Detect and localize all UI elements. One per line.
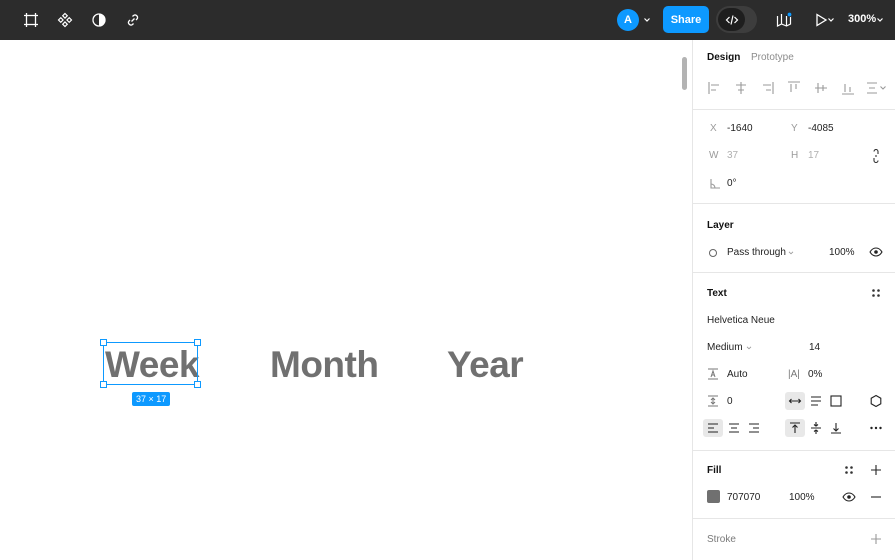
resize-handle[interactable] [194, 381, 201, 388]
eye-icon[interactable] [869, 245, 883, 259]
divider [693, 109, 895, 110]
divider [693, 272, 895, 273]
text-align-left-icon[interactable] [703, 419, 723, 437]
share-button[interactable]: Share [663, 6, 709, 33]
chevron-down-icon[interactable] [874, 8, 886, 32]
y-input[interactable]: -4085 [808, 123, 834, 134]
frame-tool-icon[interactable] [19, 8, 43, 32]
canvas-text-month[interactable]: Month [270, 344, 379, 386]
toolbar: A Share 300% [0, 0, 895, 40]
code-icon [718, 8, 745, 31]
fill-color-swatch[interactable] [707, 490, 720, 503]
vertical-scrollbar[interactable] [682, 57, 687, 90]
canvas-text-year[interactable]: Year [447, 344, 524, 386]
auto-width-icon[interactable] [785, 392, 805, 410]
fill-styles-icon[interactable] [842, 463, 856, 477]
eye-icon[interactable] [842, 490, 856, 504]
selection-box [103, 342, 198, 385]
zoom-level[interactable]: 300% [848, 13, 876, 25]
tab-prototype[interactable]: Prototype [751, 52, 794, 63]
chevron-down-icon[interactable] [745, 341, 753, 355]
auto-height-icon[interactable] [809, 394, 823, 408]
width-input[interactable]: 37 [727, 150, 738, 161]
font-size-input[interactable]: 14 [809, 342, 820, 353]
stroke-section-title: Stroke [707, 534, 736, 545]
line-height-icon [706, 367, 720, 381]
rotation-input[interactable]: 0° [727, 178, 737, 189]
dev-mode-toggle[interactable] [716, 6, 757, 33]
fill-hex-input[interactable]: 707070 [727, 492, 760, 503]
w-label: W [709, 150, 719, 161]
resize-handle[interactable] [194, 339, 201, 346]
divider [693, 518, 895, 519]
paragraph-spacing-icon [706, 394, 720, 408]
y-label: Y [791, 123, 798, 134]
fill-opacity-input[interactable]: 100% [789, 492, 815, 503]
text-options-icon[interactable] [869, 394, 883, 408]
font-family-select[interactable]: Helvetica Neue [707, 315, 775, 326]
tab-design[interactable]: Design [707, 52, 740, 63]
properties-panel: Design Prototype X -1640 Y -4085 W 37 H … [692, 40, 895, 560]
more-options-icon[interactable] [869, 421, 883, 435]
fixed-size-icon[interactable] [829, 394, 843, 408]
divider [693, 450, 895, 451]
text-section-title: Text [707, 288, 727, 299]
blend-mode-select[interactable]: Pass through [727, 247, 786, 258]
component-icon[interactable] [53, 8, 77, 32]
text-styles-icon[interactable] [869, 286, 883, 300]
chevron-down-icon[interactable] [878, 80, 888, 96]
vertical-align-bottom-icon[interactable] [829, 421, 843, 435]
align-horizontal-center-icon[interactable] [733, 80, 749, 96]
align-right-icon[interactable] [759, 80, 775, 96]
align-left-icon[interactable] [707, 80, 723, 96]
library-icon[interactable] [772, 8, 796, 32]
blend-mode-icon [706, 246, 720, 260]
divider [693, 203, 895, 204]
fill-section-title: Fill [707, 465, 722, 476]
paragraph-spacing-input[interactable]: 0 [727, 396, 733, 407]
letter-spacing-input[interactable]: 0% [808, 369, 822, 380]
x-input[interactable]: -1640 [727, 123, 753, 134]
height-input[interactable]: 17 [808, 150, 819, 161]
constrain-proportions-icon[interactable] [869, 149, 883, 163]
add-stroke-icon[interactable] [869, 532, 883, 546]
vertical-align-middle-icon[interactable] [809, 421, 823, 435]
text-align-center-icon[interactable] [727, 421, 741, 435]
font-weight-select[interactable]: Medium [707, 342, 743, 353]
remove-fill-icon[interactable] [869, 490, 883, 504]
dimension-badge: 37 × 17 [132, 392, 171, 406]
align-vertical-center-icon[interactable] [813, 80, 829, 96]
resize-handle[interactable] [100, 339, 107, 346]
align-top-icon[interactable] [786, 80, 802, 96]
layer-section-title: Layer [707, 220, 734, 231]
text-align-right-icon[interactable] [747, 421, 761, 435]
add-fill-icon[interactable] [869, 463, 883, 477]
resize-handle[interactable] [100, 381, 107, 388]
h-label: H [791, 150, 799, 161]
line-height-input[interactable]: Auto [727, 369, 748, 380]
letter-spacing-icon: |A| [788, 369, 800, 380]
chevron-down-icon[interactable] [787, 246, 795, 260]
user-avatar[interactable]: A [617, 9, 639, 31]
contrast-icon[interactable] [87, 8, 111, 32]
link-icon[interactable] [121, 8, 145, 32]
chevron-down-icon[interactable] [825, 8, 837, 32]
vertical-align-top-icon[interactable] [785, 419, 805, 437]
canvas[interactable]: Week Month Year 37 × 17 [0, 40, 692, 560]
align-bottom-icon[interactable] [840, 80, 856, 96]
layer-opacity-input[interactable]: 100% [829, 247, 855, 258]
rotation-icon [708, 177, 722, 191]
x-label: X [710, 123, 717, 134]
chevron-down-icon[interactable] [642, 14, 652, 26]
